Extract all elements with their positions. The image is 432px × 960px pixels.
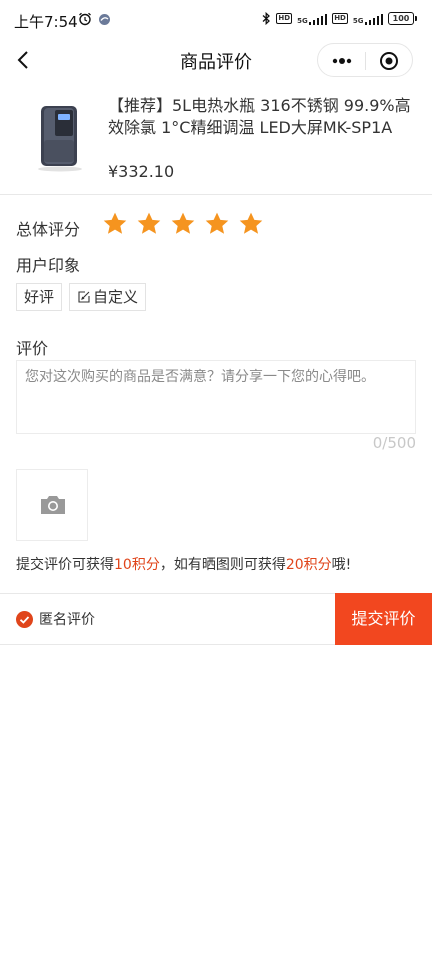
product-name: 【推荐】5L电热水瓶 316不锈钢 99.9%高效除氯 1°C精细调温 LED大… <box>108 96 411 137</box>
points-amount-with-photo: 20积分 <box>285 557 332 573</box>
star-icon[interactable] <box>204 211 230 237</box>
star-icon[interactable] <box>102 211 128 237</box>
product-price: ¥332.10 <box>108 162 175 181</box>
edit-icon <box>78 291 90 303</box>
nav-bar: 商品评价 <box>0 40 432 80</box>
close-mini-program-icon[interactable] <box>375 50 403 72</box>
tag-good-review[interactable]: 好评 <box>16 283 63 311</box>
cellular-signal-1: 5G <box>297 13 328 25</box>
status-time: 上午7:54 <box>14 13 78 31</box>
bottom-action-bar: 匿名评价 提交评价 <box>0 593 432 645</box>
star-icon[interactable] <box>170 211 196 237</box>
check-circle-icon <box>16 610 33 628</box>
product-summary: 【推荐】5L电热水瓶 316不锈钢 99.9%高效除氯 1°C精细调温 LED大… <box>0 86 432 195</box>
battery-icon: 100 <box>388 12 417 25</box>
mini-program-capsule <box>317 43 413 77</box>
review-label: 评价 <box>16 339 49 358</box>
impression-tags: 好评 自定义 <box>16 283 147 311</box>
alarm-icon <box>79 12 91 26</box>
rating-label: 总体评分 <box>16 220 81 239</box>
submit-review-button[interactable]: 提交评价 <box>335 593 432 645</box>
bluetooth-icon <box>262 12 271 25</box>
hd-icon: HD <box>332 13 348 24</box>
anonymous-toggle[interactable]: 匿名评价 <box>16 609 95 629</box>
capsule-divider <box>365 52 366 70</box>
star-icon[interactable] <box>136 211 162 237</box>
more-icon[interactable] <box>328 50 356 72</box>
cellular-signal-2: 5G <box>353 13 383 25</box>
signal-bars-icon <box>364 13 383 25</box>
hd-icon: HD <box>276 13 293 24</box>
star-icon[interactable] <box>238 211 264 237</box>
app-notification-icon <box>99 13 110 25</box>
camera-icon <box>41 496 65 514</box>
review-textarea[interactable]: 您对这次购买的商品是否满意？请分享一下您的心得吧。 <box>16 360 416 434</box>
points-amount: 10积分 <box>114 557 160 573</box>
photo-upload-button[interactable] <box>16 469 88 541</box>
status-bar: 上午7:54 HD 5G HD 5G 100 <box>0 0 432 40</box>
points-note: 提交评价可获得10积分，如有晒图则可获得20积分哦! <box>16 557 352 573</box>
star-rating[interactable] <box>102 211 264 237</box>
char-counter: 0/500 <box>372 434 416 452</box>
impression-label: 用户印象 <box>16 256 81 275</box>
signal-bars-icon <box>308 13 328 25</box>
product-image <box>38 106 82 172</box>
tag-custom[interactable]: 自定义 <box>69 283 147 311</box>
